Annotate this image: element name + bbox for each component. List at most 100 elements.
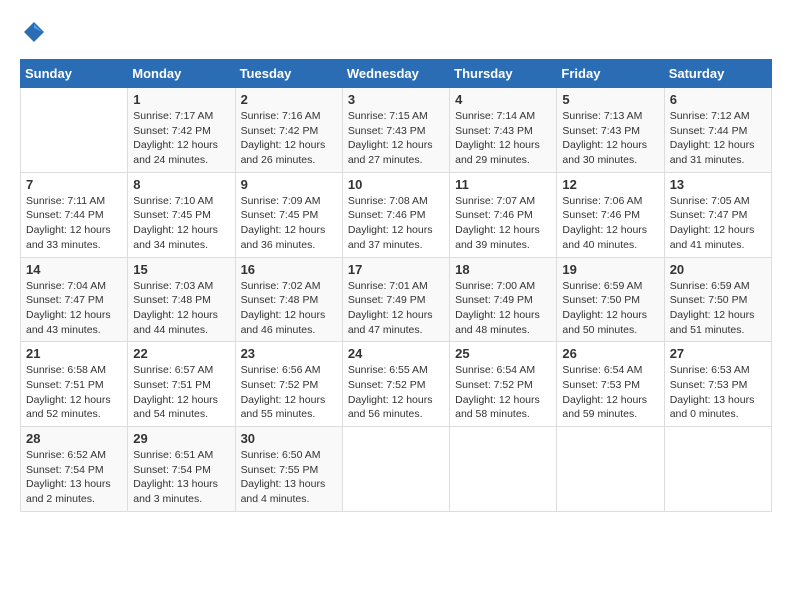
calendar-cell: 5 Sunrise: 7:13 AMSunset: 7:43 PMDaylight… [557, 88, 664, 173]
calendar-cell: 29 Sunrise: 6:51 AMSunset: 7:54 PMDayligh… [128, 427, 235, 512]
day-number: 22 [133, 346, 229, 361]
day-info: Sunrise: 7:12 AMSunset: 7:44 PMDaylight:… [670, 109, 766, 168]
weekday-header: Thursday [450, 60, 557, 88]
day-info: Sunrise: 6:51 AMSunset: 7:54 PMDaylight:… [133, 448, 229, 507]
calendar-cell: 23 Sunrise: 6:56 AMSunset: 7:52 PMDayligh… [235, 342, 342, 427]
logo [20, 20, 46, 49]
day-number: 23 [241, 346, 337, 361]
calendar-cell: 21 Sunrise: 6:58 AMSunset: 7:51 PMDayligh… [21, 342, 128, 427]
weekday-header: Sunday [21, 60, 128, 88]
calendar-cell [664, 427, 771, 512]
calendar-cell: 30 Sunrise: 6:50 AMSunset: 7:55 PMDayligh… [235, 427, 342, 512]
day-info: Sunrise: 6:54 AMSunset: 7:52 PMDaylight:… [455, 363, 551, 422]
day-info: Sunrise: 7:05 AMSunset: 7:47 PMDaylight:… [670, 194, 766, 253]
day-number: 28 [26, 431, 122, 446]
calendar-cell: 1Sunrise: 7:17 AMSunset: 7:42 PMDaylight… [128, 88, 235, 173]
day-number: 5 [562, 92, 658, 107]
calendar-header-row: SundayMondayTuesdayWednesdayThursdayFrid… [21, 60, 772, 88]
calendar-cell: 24 Sunrise: 6:55 AMSunset: 7:52 PMDayligh… [342, 342, 449, 427]
calendar-cell: 16 Sunrise: 7:02 AMSunset: 7:48 PMDayligh… [235, 257, 342, 342]
day-info: Sunrise: 7:15 AMSunset: 7:43 PMDaylight:… [348, 109, 444, 168]
day-number: 29 [133, 431, 229, 446]
day-info: Sunrise: 7:14 AMSunset: 7:43 PMDaylight:… [455, 109, 551, 168]
day-number: 13 [670, 177, 766, 192]
day-info: Sunrise: 7:03 AMSunset: 7:48 PMDaylight:… [133, 279, 229, 338]
calendar-cell: 8 Sunrise: 7:10 AMSunset: 7:45 PMDaylight… [128, 172, 235, 257]
day-info: Sunrise: 6:52 AMSunset: 7:54 PMDaylight:… [26, 448, 122, 507]
calendar-cell: 17Sunrise: 7:01 AMSunset: 7:49 PMDayligh… [342, 257, 449, 342]
day-number: 12 [562, 177, 658, 192]
day-number: 3 [348, 92, 444, 107]
weekday-header: Wednesday [342, 60, 449, 88]
weekday-header: Saturday [664, 60, 771, 88]
day-number: 27 [670, 346, 766, 361]
logo-icon [22, 20, 46, 44]
calendar-cell: 22 Sunrise: 6:57 AMSunset: 7:51 PMDayligh… [128, 342, 235, 427]
day-number: 15 [133, 262, 229, 277]
day-info: Sunrise: 7:17 AMSunset: 7:42 PMDaylight:… [133, 109, 229, 168]
calendar-cell: 18 Sunrise: 7:00 AMSunset: 7:49 PMDayligh… [450, 257, 557, 342]
calendar-cell: 27 Sunrise: 6:53 AMSunset: 7:53 PMDayligh… [664, 342, 771, 427]
calendar-week-row: 21 Sunrise: 6:58 AMSunset: 7:51 PMDayligh… [21, 342, 772, 427]
day-number: 7 [26, 177, 122, 192]
day-info: Sunrise: 7:11 AMSunset: 7:44 PMDaylight:… [26, 194, 122, 253]
day-info: Sunrise: 7:01 AMSunset: 7:49 PMDaylight:… [348, 279, 444, 338]
calendar-week-row: 14Sunrise: 7:04 AMSunset: 7:47 PMDayligh… [21, 257, 772, 342]
page-header [20, 20, 772, 49]
calendar-cell: 9 Sunrise: 7:09 AMSunset: 7:45 PMDaylight… [235, 172, 342, 257]
day-number: 18 [455, 262, 551, 277]
calendar-cell: 15 Sunrise: 7:03 AMSunset: 7:48 PMDayligh… [128, 257, 235, 342]
calendar-cell: 6 Sunrise: 7:12 AMSunset: 7:44 PMDaylight… [664, 88, 771, 173]
weekday-header: Monday [128, 60, 235, 88]
day-info: Sunrise: 7:00 AMSunset: 7:49 PMDaylight:… [455, 279, 551, 338]
calendar-cell: 4Sunrise: 7:14 AMSunset: 7:43 PMDaylight… [450, 88, 557, 173]
day-info: Sunrise: 7:02 AMSunset: 7:48 PMDaylight:… [241, 279, 337, 338]
day-number: 30 [241, 431, 337, 446]
day-info: Sunrise: 7:08 AMSunset: 7:46 PMDaylight:… [348, 194, 444, 253]
day-info: Sunrise: 6:58 AMSunset: 7:51 PMDaylight:… [26, 363, 122, 422]
calendar-cell: 26 Sunrise: 6:54 AMSunset: 7:53 PMDayligh… [557, 342, 664, 427]
day-info: Sunrise: 7:10 AMSunset: 7:45 PMDaylight:… [133, 194, 229, 253]
calendar-cell: 7 Sunrise: 7:11 AMSunset: 7:44 PMDaylight… [21, 172, 128, 257]
day-info: Sunrise: 6:53 AMSunset: 7:53 PMDaylight:… [670, 363, 766, 422]
day-number: 6 [670, 92, 766, 107]
day-number: 8 [133, 177, 229, 192]
calendar-cell: 14Sunrise: 7:04 AMSunset: 7:47 PMDayligh… [21, 257, 128, 342]
calendar-cell: 12 Sunrise: 7:06 AMSunset: 7:46 PMDayligh… [557, 172, 664, 257]
day-number: 26 [562, 346, 658, 361]
day-number: 14 [26, 262, 122, 277]
calendar-cell [21, 88, 128, 173]
day-number: 10 [348, 177, 444, 192]
day-number: 20 [670, 262, 766, 277]
logo-text [20, 20, 46, 49]
calendar-cell: 25 Sunrise: 6:54 AMSunset: 7:52 PMDayligh… [450, 342, 557, 427]
day-info: Sunrise: 6:50 AMSunset: 7:55 PMDaylight:… [241, 448, 337, 507]
day-number: 24 [348, 346, 444, 361]
day-info: Sunrise: 7:07 AMSunset: 7:46 PMDaylight:… [455, 194, 551, 253]
day-number: 25 [455, 346, 551, 361]
weekday-header: Tuesday [235, 60, 342, 88]
day-number: 11 [455, 177, 551, 192]
day-number: 2 [241, 92, 337, 107]
day-number: 21 [26, 346, 122, 361]
day-info: Sunrise: 7:09 AMSunset: 7:45 PMDaylight:… [241, 194, 337, 253]
calendar-week-row: 7 Sunrise: 7:11 AMSunset: 7:44 PMDaylight… [21, 172, 772, 257]
day-info: Sunrise: 6:57 AMSunset: 7:51 PMDaylight:… [133, 363, 229, 422]
day-info: Sunrise: 7:06 AMSunset: 7:46 PMDaylight:… [562, 194, 658, 253]
day-number: 16 [241, 262, 337, 277]
day-info: Sunrise: 6:54 AMSunset: 7:53 PMDaylight:… [562, 363, 658, 422]
day-info: Sunrise: 7:13 AMSunset: 7:43 PMDaylight:… [562, 109, 658, 168]
calendar-cell: 10 Sunrise: 7:08 AMSunset: 7:46 PMDayligh… [342, 172, 449, 257]
day-info: Sunrise: 7:16 AMSunset: 7:42 PMDaylight:… [241, 109, 337, 168]
calendar-table: SundayMondayTuesdayWednesdayThursdayFrid… [20, 59, 772, 512]
calendar-cell: 19Sunrise: 6:59 AMSunset: 7:50 PMDayligh… [557, 257, 664, 342]
calendar-cell: 28 Sunrise: 6:52 AMSunset: 7:54 PMDayligh… [21, 427, 128, 512]
calendar-cell [557, 427, 664, 512]
day-info: Sunrise: 6:56 AMSunset: 7:52 PMDaylight:… [241, 363, 337, 422]
day-info: Sunrise: 6:59 AMSunset: 7:50 PMDaylight:… [562, 279, 658, 338]
day-info: Sunrise: 6:55 AMSunset: 7:52 PMDaylight:… [348, 363, 444, 422]
calendar-cell: 2 Sunrise: 7:16 AMSunset: 7:42 PMDaylight… [235, 88, 342, 173]
weekday-header: Friday [557, 60, 664, 88]
calendar-cell: 3 Sunrise: 7:15 AMSunset: 7:43 PMDaylight… [342, 88, 449, 173]
day-number: 9 [241, 177, 337, 192]
